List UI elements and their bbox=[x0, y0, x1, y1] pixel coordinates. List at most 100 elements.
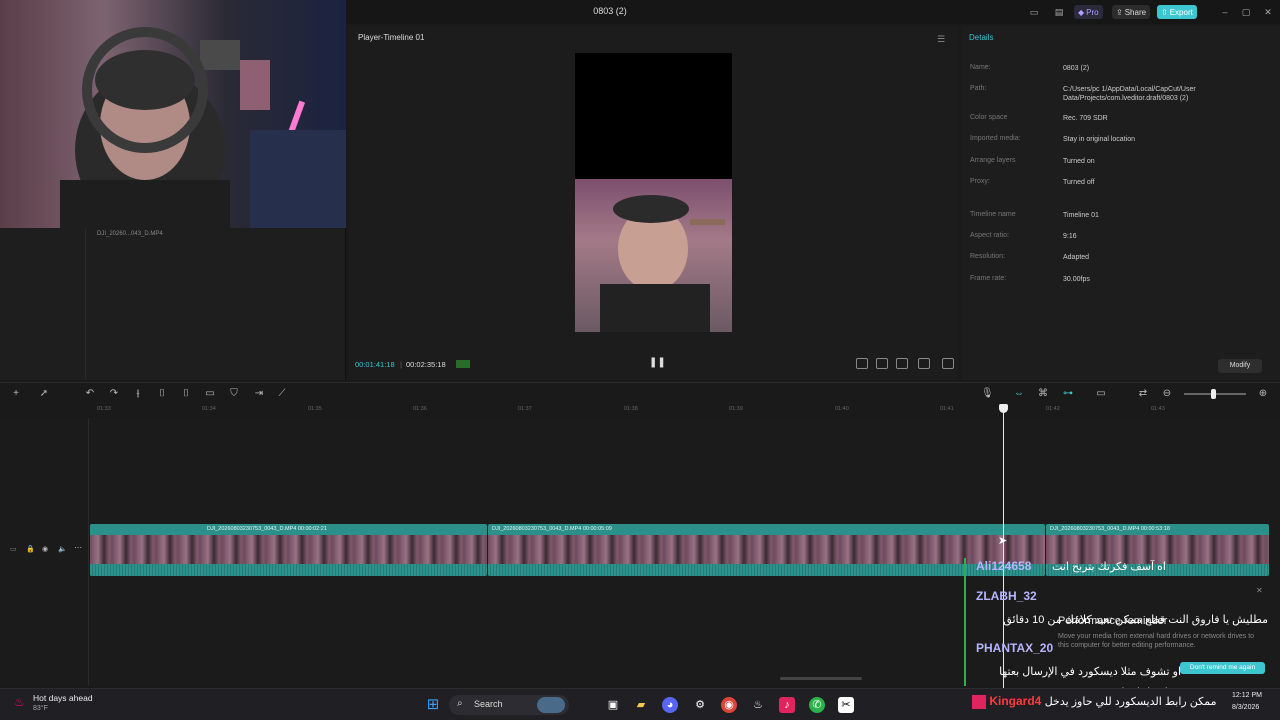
split-left-icon[interactable]: ⌷ bbox=[156, 388, 168, 400]
task-view-icon[interactable]: ▣ bbox=[605, 697, 621, 713]
clock-time[interactable]: 12:12 PM bbox=[1232, 692, 1262, 699]
chat-message: ZLABH_32 مطليش يا فاروق النت قطع ممكن تع… bbox=[976, 589, 1268, 626]
whatsapp-icon[interactable]: ✆ bbox=[809, 697, 825, 713]
marker-icon[interactable]: ⛉ bbox=[228, 388, 240, 400]
detail-row: Aspect ratio: 9:16 bbox=[970, 232, 1077, 240]
video-clip[interactable]: DJI_20260803230753_0043_D.MP4 00:00:02:2… bbox=[90, 524, 487, 576]
webcam-person-image bbox=[60, 27, 346, 228]
lock-icon[interactable]: 🔒 bbox=[26, 545, 35, 553]
track-header: ▭ 🔒 ◉ 🔈 ⋯ bbox=[0, 418, 89, 686]
maximize-icon[interactable]: ▢ bbox=[1240, 6, 1252, 18]
details-panel: Details Name: 0803 (2) Path: C:/Users/pc 1… bbox=[962, 26, 1280, 380]
shortcut-icon[interactable]: ▤ bbox=[1053, 6, 1065, 18]
media-item-name[interactable]: DJI_20260...043_D.MP4 bbox=[97, 231, 163, 237]
search-highlight-image bbox=[537, 697, 565, 713]
tiktok-icon[interactable]: ♪ bbox=[779, 697, 795, 713]
dont-remind-button[interactable]: Don't remind me again bbox=[1180, 662, 1265, 674]
link-icon[interactable]: ⇔ bbox=[1013, 388, 1025, 400]
capcut-icon[interactable]: ✂ bbox=[838, 697, 854, 713]
layout-icon[interactable]: ▭ bbox=[1028, 6, 1040, 18]
zoom-in-icon[interactable]: ⊕ bbox=[1257, 388, 1269, 400]
chat-message: Ali124658 اه آسف فكرتك بتربح انت bbox=[976, 559, 1166, 573]
ruler-tick: 01:38 bbox=[624, 406, 638, 412]
ruler-tick: 01:33 bbox=[97, 406, 111, 412]
export-button[interactable]: ⇧ Export bbox=[1157, 5, 1197, 19]
delete-icon[interactable]: ▭ bbox=[204, 388, 216, 400]
timeline-scrollbar[interactable] bbox=[780, 677, 862, 680]
zoom-out-icon[interactable]: ⊖ bbox=[1161, 388, 1173, 400]
preview-axis-icon[interactable]: ⊶ bbox=[1062, 388, 1074, 400]
microphone-icon[interactable]: 🎙 bbox=[981, 388, 994, 400]
caption-icon[interactable]: ▭ bbox=[1095, 388, 1107, 400]
timeline-toolbar: + ➚ ↶ ↷ ⫲ ⌷ ⌷ ▭ ⛉ ⇥ ⟋ 🎙 ⇔ ⌘ ⊶ ▭ ⇄ ⊖ ⊕ bbox=[0, 382, 1280, 404]
ruler-tick: 01:34 bbox=[202, 406, 216, 412]
split-right-icon[interactable]: ⌷ bbox=[180, 388, 192, 400]
snap-icon[interactable]: ⌘ bbox=[1037, 388, 1049, 400]
clock-date[interactable]: 8/3/2026 bbox=[1232, 704, 1259, 711]
aspect-icon[interactable] bbox=[918, 358, 930, 369]
audio-icon[interactable]: 🔈 bbox=[58, 545, 67, 553]
freeze-icon[interactable]: ⇥ bbox=[253, 388, 265, 400]
mouse-cursor-icon: ➤ bbox=[998, 535, 1008, 547]
detail-row: Timeline name Timeline 01 bbox=[970, 211, 1099, 219]
fit-icon[interactable]: ⇄ bbox=[1137, 388, 1149, 400]
clip-thumbnails bbox=[488, 535, 1045, 564]
chat-message: PHANTAX_20 او تشوف مثلا ديسكورد في الإرس… bbox=[976, 641, 1181, 699]
detail-row: Proxy: Turned off bbox=[970, 178, 1095, 186]
windows-start-icon[interactable]: ⊞ bbox=[425, 697, 441, 713]
add-icon[interactable]: + bbox=[10, 388, 22, 400]
split-icon[interactable]: ⫲ bbox=[132, 388, 144, 400]
close-icon[interactable]: ✕ bbox=[1262, 6, 1274, 18]
fullscreen-icon[interactable] bbox=[942, 358, 954, 369]
chat-message: Kingard4 ممكن رابط الديسكورد للي حاوز يد… bbox=[972, 694, 1216, 709]
share-button[interactable]: ⇪ Share bbox=[1112, 5, 1151, 19]
ruler-tick: 01:41 bbox=[940, 406, 954, 412]
ruler-tick: 01:37 bbox=[518, 406, 532, 412]
auto-reframe-icon[interactable]: ⟋ bbox=[276, 388, 288, 400]
quality-icon[interactable] bbox=[876, 358, 888, 369]
playhead-handle[interactable] bbox=[999, 404, 1008, 413]
current-timecode: 00:01:41:18 bbox=[355, 360, 395, 369]
detail-row: Name: 0803 (2) bbox=[970, 64, 1090, 72]
zoom-slider-thumb[interactable] bbox=[1211, 389, 1216, 399]
undo-icon[interactable]: ↶ bbox=[84, 388, 96, 400]
pause-icon[interactable]: ❚❚ bbox=[649, 357, 666, 368]
detail-row: Resolution: Adapted bbox=[970, 253, 1090, 261]
minimize-icon[interactable]: – bbox=[1219, 6, 1231, 18]
video-frame-image bbox=[575, 179, 732, 332]
video-clip[interactable]: DJI_20260803230753_0043_D.MP4 00:00:05:0… bbox=[488, 524, 1045, 576]
file-explorer-icon[interactable]: ▰ bbox=[633, 697, 649, 713]
detail-row: Color space Rec. 709 SDR bbox=[970, 114, 1108, 122]
timeline-ruler[interactable]: 01:33 01:34 01:35 01:36 01:37 01:38 01:3… bbox=[89, 404, 1280, 418]
weather-temp: 83°F bbox=[33, 705, 48, 712]
taskbar-search[interactable]: ⌕ Search bbox=[449, 695, 569, 715]
webcam-overlay bbox=[0, 0, 346, 228]
tab-details[interactable]: Details bbox=[969, 33, 993, 42]
pro-icon: ◆ bbox=[1078, 7, 1085, 17]
clip-waveform bbox=[90, 564, 487, 576]
track-cover-icon[interactable]: ▭ bbox=[10, 545, 17, 553]
steam-icon[interactable]: ♨ bbox=[750, 697, 766, 713]
ruler-tick: 01:39 bbox=[729, 406, 743, 412]
more-icon[interactable]: ⋯ bbox=[74, 543, 82, 552]
detail-row: Arrange layers Turned on bbox=[970, 157, 1095, 165]
weather-title[interactable]: Hot days ahead bbox=[33, 693, 93, 703]
eye-icon[interactable]: ◉ bbox=[42, 545, 48, 553]
chrome-icon[interactable]: ◉ bbox=[721, 697, 737, 713]
snapshot-icon[interactable] bbox=[896, 358, 908, 369]
timecode-separator: | bbox=[400, 360, 402, 369]
modify-button[interactable]: Modify bbox=[1218, 359, 1262, 373]
media-sidebar bbox=[0, 228, 86, 380]
discord-icon[interactable]: ◕ bbox=[662, 697, 678, 713]
redo-icon[interactable]: ↷ bbox=[108, 388, 120, 400]
ruler-tick: 01:40 bbox=[835, 406, 849, 412]
weather-icon[interactable]: ♨ bbox=[14, 695, 28, 709]
player-title: Player-Timeline 01 bbox=[358, 33, 425, 42]
select-icon[interactable]: ➚ bbox=[38, 388, 50, 400]
menu-icon[interactable]: ☰ bbox=[937, 34, 945, 45]
ruler-tick: 01:36 bbox=[413, 406, 427, 412]
settings-icon[interactable]: ⚙ bbox=[692, 697, 708, 713]
ratio-icon[interactable] bbox=[856, 358, 868, 369]
detail-row: Imported media: Stay in original location bbox=[970, 135, 1135, 143]
pro-button[interactable]: ◆ Pro bbox=[1074, 5, 1103, 19]
